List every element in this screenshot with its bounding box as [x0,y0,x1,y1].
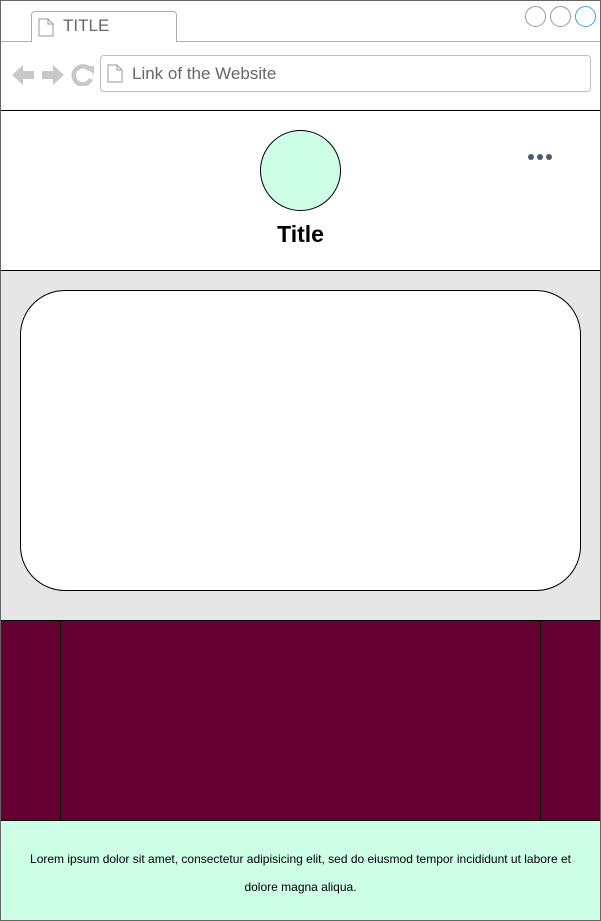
back-arrow-icon[interactable] [11,64,35,91]
maximize-icon[interactable] [550,6,571,27]
dark-band [1,621,600,821]
footer-text: Lorem ipsum dolor sit amet, consectetur … [30,852,571,894]
page-icon [38,18,54,42]
page-icon [107,64,123,88]
avatar [260,130,341,211]
more-horizontal-icon[interactable] [525,151,555,163]
address-bar[interactable]: Link of the Website [100,55,591,92]
page-header: Title [1,111,600,271]
browser-tab[interactable]: TITLE [31,11,177,42]
band-center-panel [61,621,540,820]
navigation-bar: Link of the Website [1,42,600,111]
close-icon[interactable] [575,6,596,27]
more-dot [546,154,552,160]
forward-arrow-icon[interactable] [41,64,65,91]
tab-title: TITLE [63,16,110,35]
more-dot [537,154,543,160]
url-text: Link of the Website [132,64,277,83]
more-dot [528,154,534,160]
browser-window: TITLE Link of the Website Title Lorem ip… [0,0,601,921]
reload-icon[interactable] [71,64,95,91]
band-left-column [1,621,61,820]
page-title: Title [277,221,324,247]
media-card [20,290,581,591]
band-right-column [540,621,600,820]
media-section [1,271,600,621]
footer: Lorem ipsum dolor sit amet, consectetur … [1,821,600,920]
minimize-icon[interactable] [525,6,546,27]
title-bar: TITLE [1,1,600,42]
